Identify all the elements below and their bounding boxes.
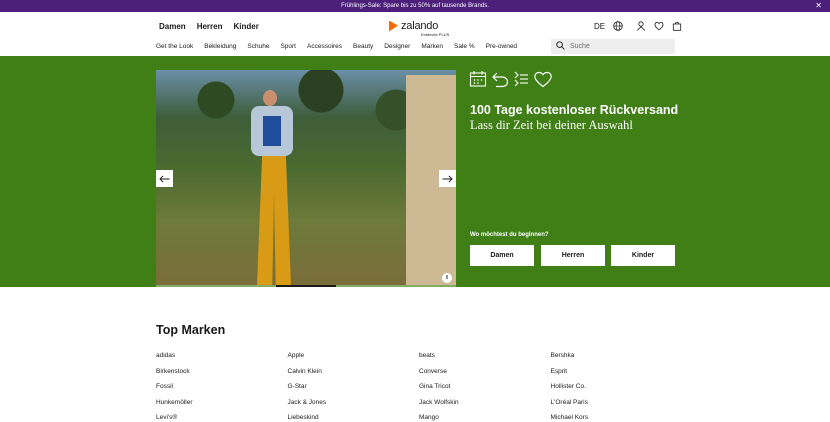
globe-icon[interactable] [613, 21, 623, 31]
category-schuhe[interactable]: Schuhe [247, 43, 269, 50]
hero-subtitle: Lass dir Zeit bei deiner Auswahl [470, 118, 633, 132]
brand-link[interactable]: Hunkemöller [156, 399, 288, 406]
search-input[interactable]: Suche [551, 39, 675, 54]
top-brands-grid: adidas Apple beats Bershka Birkenstock Calvin… [156, 352, 696, 421]
brand-link[interactable]: Hollister Co. [551, 383, 683, 390]
category-marken[interactable]: Marken [421, 43, 443, 50]
brand-link[interactable]: Bershka [551, 352, 683, 359]
carousel-prev-button[interactable] [156, 170, 173, 187]
return-arrow-icon [491, 70, 509, 93]
category-sport[interactable]: Sport [280, 43, 296, 50]
brand-link[interactable]: beats [419, 352, 551, 359]
category-beauty[interactable]: Beauty [353, 43, 373, 50]
brand-link[interactable]: Calvin Klein [288, 368, 420, 375]
language-selector[interactable]: DE [594, 22, 605, 31]
brand-link[interactable]: Jack & Jones [288, 399, 420, 406]
search-placeholder: Suche [570, 43, 590, 50]
category-designer[interactable]: Designer [384, 43, 410, 50]
logo-subtitle: Entdecke PLUS [421, 32, 450, 37]
brand-link[interactable]: adidas [156, 352, 288, 359]
search-icon [556, 41, 565, 52]
gender-tab-damen[interactable]: Damen [159, 22, 186, 31]
category-sale[interactable]: Sale % [454, 43, 475, 50]
gender-tab-herren[interactable]: Herren [197, 22, 223, 31]
hero-title: 100 Tage kostenloser Rückversand [470, 103, 679, 117]
user-icon[interactable] [636, 21, 646, 31]
brand-link[interactable]: Apple [288, 352, 420, 359]
heart-icon[interactable] [654, 21, 664, 31]
arrow-left-icon [159, 170, 170, 188]
brand-link[interactable]: L'Oréal Paris [551, 399, 683, 406]
carousel-progress-fill [276, 285, 336, 287]
brand-link[interactable]: Jack Wolfskin [419, 399, 551, 406]
brand-link[interactable]: Levi's® [156, 414, 288, 421]
close-icon[interactable]: ✕ [815, 0, 822, 12]
arrow-right-icon [442, 170, 453, 188]
brand-link[interactable]: Esprit [551, 368, 683, 375]
brand-link[interactable]: Mango [419, 414, 551, 421]
gender-tab-kinder[interactable]: Kinder [233, 22, 258, 31]
cta-kinder-button[interactable]: Kinder [611, 245, 675, 266]
carousel-next-button[interactable] [439, 170, 456, 187]
brand-link[interactable]: G-Star [288, 383, 420, 390]
category-pre-owned[interactable]: Pre-owned [486, 43, 517, 50]
cta-damen-button[interactable]: Damen [470, 245, 534, 266]
category-accessoires[interactable]: Accessoires [307, 43, 342, 50]
hero-question: Wo möchtest du beginnen? [470, 232, 549, 238]
brand-link[interactable]: Birkenstock [156, 368, 288, 375]
logo-wordmark: zalando [401, 20, 439, 32]
brand-link[interactable]: Liebeskind [288, 414, 420, 421]
header: Damen Herren Kinder zalando Entdecke PLU… [0, 12, 830, 57]
cta-herren-button[interactable]: Herren [541, 245, 605, 266]
brand-link[interactable]: Gina Tricot [419, 383, 551, 390]
header-actions: DE [594, 21, 682, 31]
logo-mark-icon [389, 20, 398, 32]
calendar-icon [469, 70, 487, 93]
brand-link[interactable]: Fossil [156, 383, 288, 390]
zalando-logo[interactable]: zalando Entdecke PLUS [389, 20, 449, 37]
carousel-progress [156, 285, 456, 287]
top-brands-title: Top Marken [156, 323, 226, 337]
promo-bar: Frühlings-Sale: Spare bis zu 50% auf tau… [0, 0, 830, 12]
category-get-the-look[interactable]: Get the Look [156, 43, 193, 50]
brand-link[interactable]: Converse [419, 368, 551, 375]
model-figure [251, 90, 293, 285]
hero-carousel-image[interactable] [156, 70, 456, 285]
carousel-pause-button[interactable]: II [442, 273, 452, 283]
list-icon [513, 70, 529, 93]
promo-text[interactable]: Frühlings-Sale: Spare bis zu 50% auf tau… [341, 3, 489, 9]
promise-icons [469, 70, 553, 93]
gender-nav: Damen Herren Kinder [159, 22, 259, 31]
brand-link[interactable]: Michael Kors [551, 414, 683, 421]
heart-icon [533, 70, 553, 93]
bag-icon[interactable] [672, 21, 682, 31]
category-nav: Get the Look Bekleidung Schuhe Sport Acc… [156, 43, 528, 50]
category-bekleidung[interactable]: Bekleidung [204, 43, 236, 50]
